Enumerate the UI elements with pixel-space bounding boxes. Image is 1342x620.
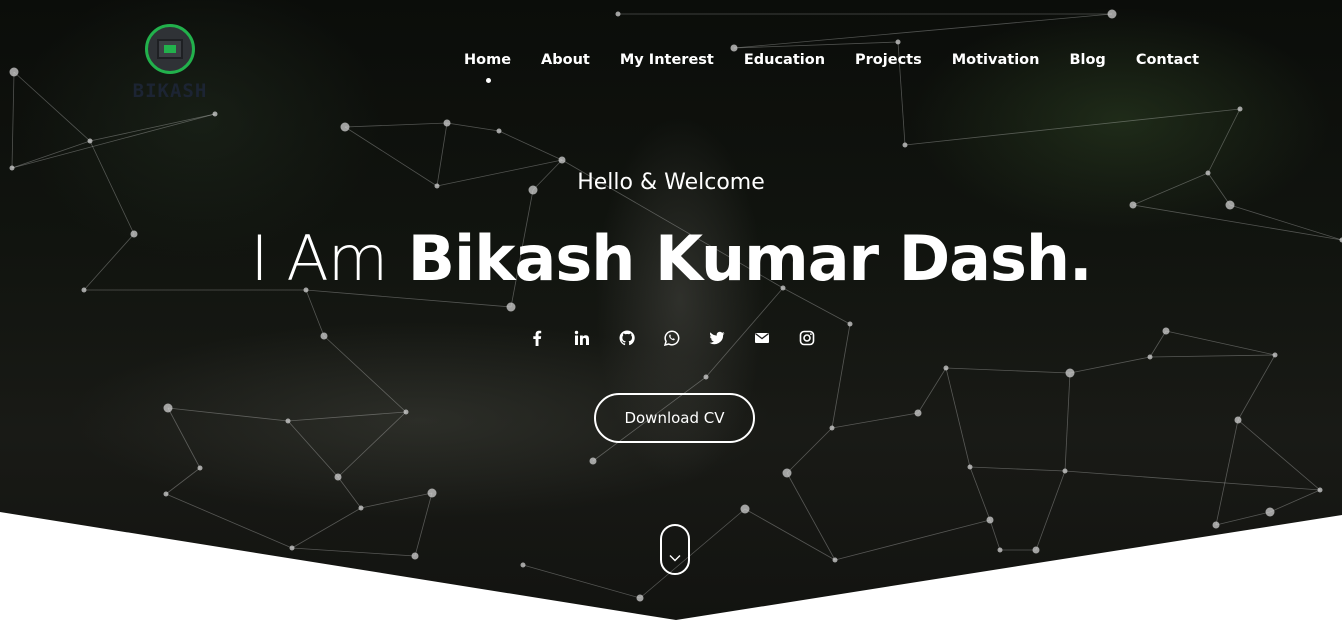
github-icon[interactable] (617, 328, 637, 348)
chip-logo-icon (145, 24, 195, 74)
main-nav: Home About My Interest Education Project… (449, 52, 1214, 83)
site-logo[interactable]: BIKASH (124, 24, 216, 104)
nav-my-interest[interactable]: My Interest (605, 52, 729, 68)
nav-projects[interactable]: Projects (840, 52, 937, 68)
nav-education[interactable]: Education (729, 52, 840, 68)
nav-blog[interactable]: Blog (1054, 52, 1120, 68)
chevron-down-icon (669, 555, 681, 562)
linkedin-icon[interactable] (572, 328, 592, 348)
social-links (527, 328, 817, 348)
nav-contact[interactable]: Contact (1121, 52, 1214, 68)
logo-text: BIKASH (132, 80, 208, 102)
nav-home[interactable]: Home (449, 52, 526, 83)
scroll-down-button[interactable] (660, 524, 690, 575)
whatsapp-icon[interactable] (662, 328, 682, 348)
instagram-icon[interactable] (797, 328, 817, 348)
download-cv-button[interactable]: Download CV (594, 393, 755, 443)
email-icon[interactable] (752, 328, 772, 348)
facebook-icon[interactable] (527, 328, 547, 348)
nav-motivation[interactable]: Motivation (937, 52, 1055, 68)
hero-greeting: Hello & Welcome (577, 170, 765, 195)
headline-name: Bikash Kumar Dash. (407, 222, 1093, 295)
headline-prefix: I Am (250, 222, 388, 295)
twitter-icon[interactable] (707, 328, 727, 348)
nav-about[interactable]: About (526, 52, 605, 68)
hero-headline: I Am Bikash Kumar Dash. (0, 222, 1342, 295)
